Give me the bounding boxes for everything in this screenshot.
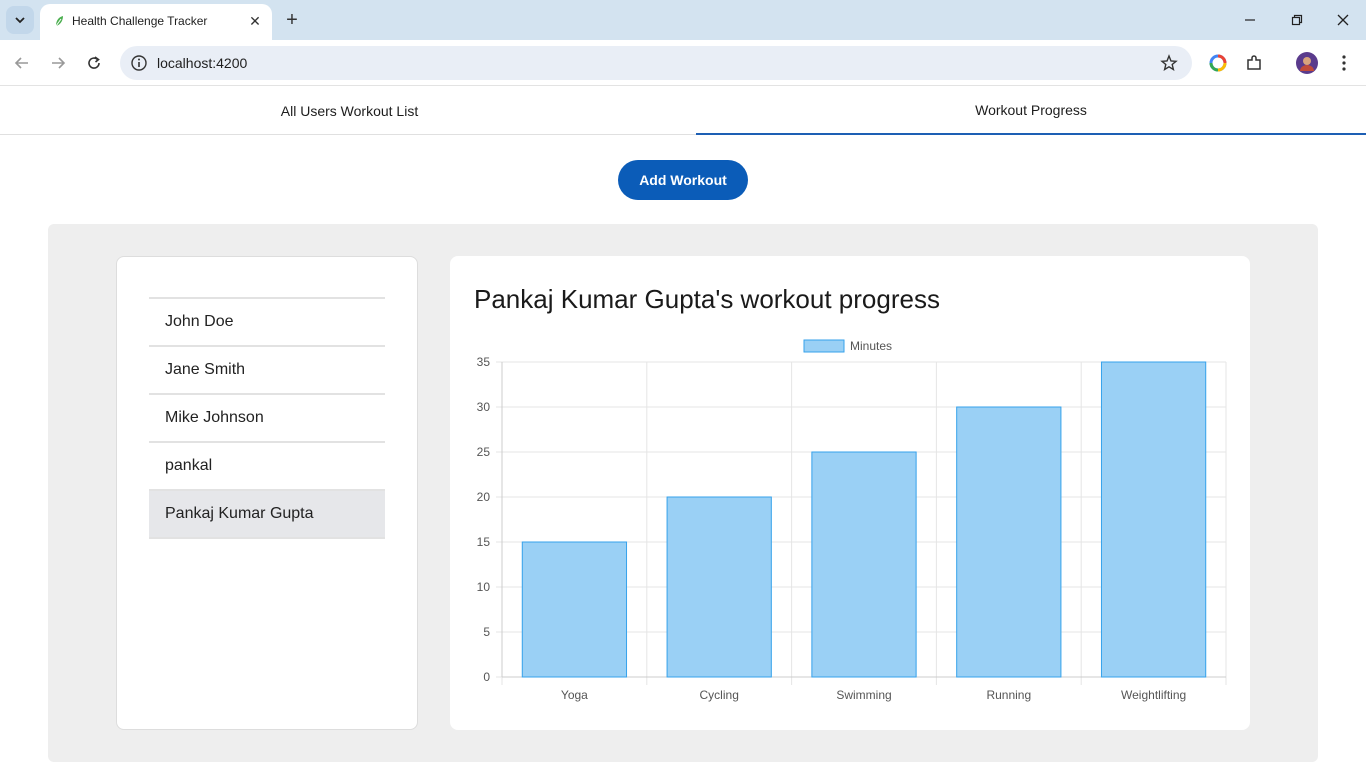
- tab-title: Health Challenge Tracker: [72, 14, 208, 28]
- user-list-item-selected[interactable]: Pankaj Kumar Gupta: [149, 491, 385, 539]
- tab-all-users-workout-list[interactable]: All Users Workout List: [8, 87, 691, 135]
- y-tick-label: 25: [477, 445, 491, 459]
- legend-swatch: [803, 339, 845, 353]
- bar-yoga: [521, 541, 628, 678]
- close-tab-icon[interactable]: ✕: [246, 12, 264, 30]
- y-tick-label: 0: [483, 670, 490, 684]
- leaf-favicon-icon: [55, 16, 63, 27]
- bar-swimming: [811, 451, 917, 678]
- new-tab-button[interactable]: +: [280, 8, 304, 32]
- chart-card: Pankaj Kumar Gupta's workout progress 05…: [450, 256, 1250, 730]
- profile-avatar[interactable]: [1296, 52, 1318, 74]
- browser-tabstrip: Health Challenge Tracker ✕ +: [0, 0, 1366, 40]
- back-icon[interactable]: [9, 50, 35, 76]
- y-tick-label: 5: [483, 625, 490, 639]
- reload-icon[interactable]: [81, 50, 107, 76]
- bar-weightlifting: [1100, 361, 1207, 678]
- restore-icon[interactable]: [1285, 8, 1309, 32]
- tab-search-button[interactable]: [6, 6, 34, 34]
- y-tick-label: 35: [477, 355, 491, 369]
- minimize-icon[interactable]: [1238, 8, 1262, 32]
- x-tick-label: Running: [986, 688, 1031, 702]
- browser-toolbar: localhost:4200: [0, 40, 1366, 86]
- x-tick-label: Swimming: [836, 688, 891, 702]
- x-tick-label: Cycling: [700, 688, 739, 702]
- y-tick-label: 20: [477, 490, 491, 504]
- user-list-item[interactable]: Jane Smith: [149, 347, 385, 395]
- y-tick-label: 15: [477, 535, 491, 549]
- site-info-icon[interactable]: [130, 54, 148, 72]
- add-workout-button[interactable]: Add Workout: [618, 160, 748, 200]
- user-list: John Doe Jane Smith Mike Johnson pankal …: [149, 297, 385, 539]
- x-tick-label: Yoga: [561, 688, 588, 702]
- user-list-item[interactable]: Mike Johnson: [149, 395, 385, 443]
- chevron-down-icon: [15, 17, 25, 24]
- close-window-icon[interactable]: [1331, 8, 1355, 32]
- user-list-item[interactable]: John Doe: [149, 299, 385, 347]
- menu-kebab-icon[interactable]: [1333, 52, 1355, 74]
- legend-label: Minutes: [850, 339, 892, 353]
- y-tick-label: 30: [477, 400, 491, 414]
- address-bar[interactable]: localhost:4200: [120, 46, 1192, 80]
- x-tick-label: Weightlifting: [1121, 688, 1186, 702]
- google-lens-icon[interactable]: [1207, 52, 1229, 74]
- user-list-item[interactable]: pankal: [149, 443, 385, 491]
- bookmark-star-icon[interactable]: [1160, 54, 1178, 72]
- bar-running: [956, 406, 1062, 678]
- workout-bar-chart: 0 5 10 15 20 25 30 35 Yoga Cycling Swimming Running…: [477, 339, 1227, 702]
- browser-tab[interactable]: Health Challenge Tracker ✕: [40, 4, 272, 40]
- y-tick-label: 10: [477, 580, 491, 594]
- users-card: John Doe Jane Smith Mike Johnson pankal …: [116, 256, 418, 730]
- extensions-icon[interactable]: [1243, 52, 1265, 74]
- bar-cycling: [666, 496, 772, 678]
- url-text: localhost:4200: [157, 55, 248, 71]
- tab-workout-progress[interactable]: Workout Progress: [696, 87, 1366, 135]
- forward-icon[interactable]: [45, 50, 71, 76]
- app-tab-bar: All Users Workout List Workout Progress: [0, 87, 1366, 135]
